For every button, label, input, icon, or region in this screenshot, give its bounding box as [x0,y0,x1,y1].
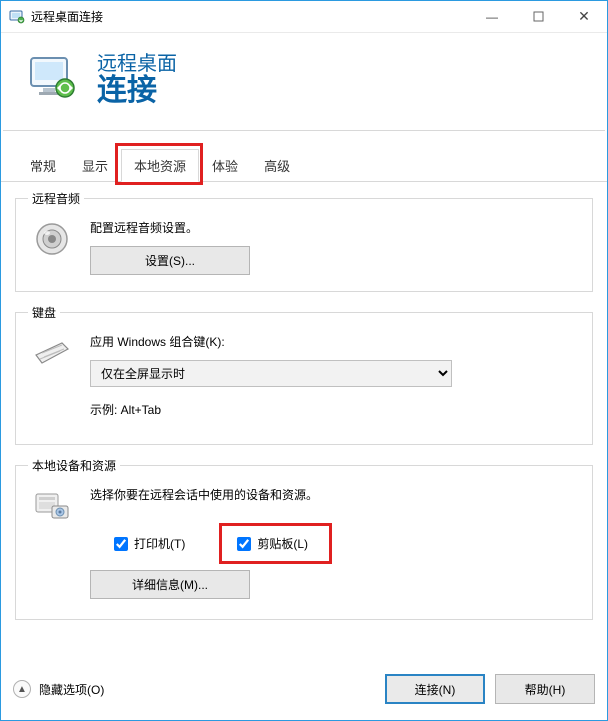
remote-desktop-icon [27,52,77,102]
checkbox-clipboard-input[interactable] [237,537,251,551]
tab-advanced[interactable]: 高级 [251,149,303,182]
tab-display[interactable]: 显示 [69,149,121,182]
devices-desc: 选择你要在远程会话中使用的设备和资源。 [90,486,580,503]
speaker-icon [32,219,72,259]
checkbox-clipboard[interactable]: 剪贴板(L) [231,533,314,554]
group-remote-audio: 远程音频 配置远程音频设置。 设置(S)... [15,190,593,292]
window-controls: — ✕ [469,1,607,32]
audio-settings-button[interactable]: 设置(S)... [90,246,250,275]
dialog-footer: ▲ 隐藏选项(O) 连接(N) 帮助(H) [1,658,607,720]
brand-text: 远程桌面 连接 [97,47,177,106]
keyboard-example: 示例: Alt+Tab [90,401,580,418]
devices-icon [32,486,72,526]
legend-local-devices: 本地设备和资源 [28,457,120,474]
tab-strip: 常规 显示 本地资源 体验 高级 [1,149,607,182]
chevron-up-icon: ▲ [13,680,31,698]
tab-local-resources[interactable]: 本地资源 [121,149,199,182]
maximize-button[interactable] [515,1,561,32]
hide-options-label: 隐藏选项(O) [39,681,104,698]
tab-general[interactable]: 常规 [17,149,69,182]
legend-remote-audio: 远程音频 [28,190,84,207]
checkbox-printer[interactable]: 打印机(T) [108,533,191,554]
brand-header: 远程桌面 连接 [3,33,605,131]
minimize-button[interactable]: — [469,1,515,32]
tab-experience[interactable]: 体验 [199,149,251,182]
keyboard-combo-select[interactable]: 仅在全屏显示时 [90,360,452,387]
connect-button[interactable]: 连接(N) [385,674,485,704]
close-button[interactable]: ✕ [561,1,607,32]
keyboard-icon [32,333,72,373]
checkbox-clipboard-label: 剪贴板(L) [257,535,308,552]
remote-desktop-window: 远程桌面连接 — ✕ 远程桌面 连接 [0,0,608,721]
app-icon [9,9,25,25]
devices-details-button[interactable]: 详细信息(M)... [90,570,250,599]
brand-line1: 远程桌面 [97,47,177,76]
audio-desc: 配置远程音频设置。 [90,219,580,236]
title-bar: 远程桌面连接 — ✕ [1,1,607,33]
group-local-devices: 本地设备和资源 选择你要在远程会话中使用的设备和资源。 [15,457,593,620]
tab-content: 远程音频 配置远程音频设置。 设置(S)... 键盘 [1,182,607,620]
checkbox-printer-label: 打印机(T) [134,535,185,552]
window-title: 远程桌面连接 [31,8,103,25]
keyboard-label: 应用 Windows 组合键(K): [90,333,580,350]
checkbox-printer-input[interactable] [114,537,128,551]
hide-options-toggle[interactable]: ▲ 隐藏选项(O) [13,680,104,698]
legend-keyboard: 键盘 [28,304,60,321]
group-keyboard: 键盘 应用 Windows 组合键(K): 仅在全屏显示时 [15,304,593,445]
brand-line2: 连接 [97,76,177,106]
help-button[interactable]: 帮助(H) [495,674,595,704]
